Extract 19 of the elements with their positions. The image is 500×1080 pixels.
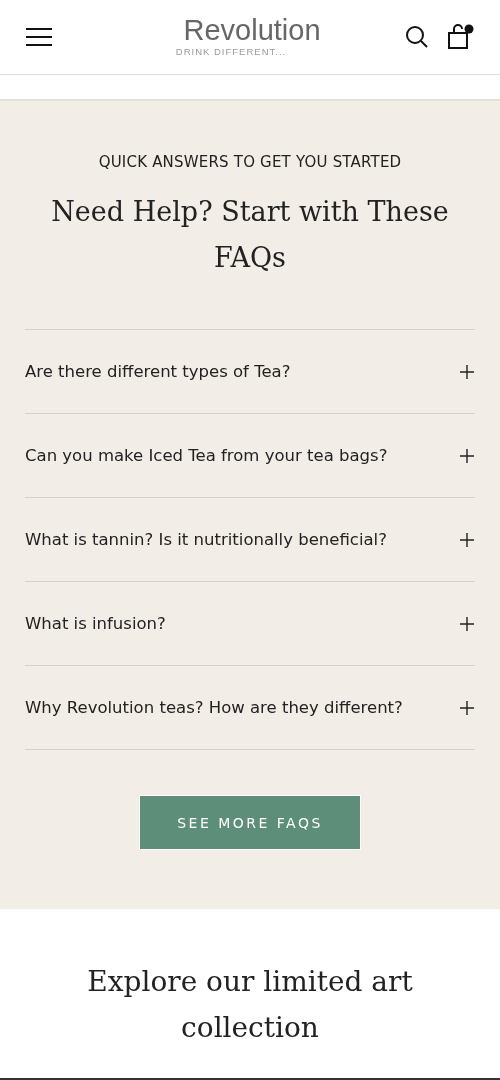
section-eyebrow: QUICK ANSWERS TO GET YOU STARTED xyxy=(97,153,403,171)
faq-question: Can you make Iced Tea from your tea bags? xyxy=(25,446,388,465)
faq-question: What is infusion? xyxy=(25,614,166,633)
logo-text[interactable]: Revolution xyxy=(183,14,321,46)
section-heading: Need Help? Start with These FAQs xyxy=(50,195,450,275)
faq-question: Are there different types of Tea? xyxy=(25,362,291,381)
tagline: DRINK DIFFERENT... xyxy=(175,46,287,57)
faq-item[interactable]: Can you make Iced Tea from your tea bags? xyxy=(25,414,475,498)
faq-item[interactable]: What is infusion? xyxy=(25,582,475,666)
menu-icon[interactable] xyxy=(25,27,53,47)
cart-icon[interactable] xyxy=(447,24,475,50)
faq-item[interactable]: Are there different types of Tea? xyxy=(25,330,475,414)
faq-item[interactable]: What is tannin? Is it nutritionally beneficial? xyxy=(25,498,475,582)
section-heading: Explore our limited art collection xyxy=(86,964,414,1046)
search-icon[interactable] xyxy=(405,25,429,49)
see-more-button[interactable]: SEE MORE FAQS xyxy=(139,795,361,850)
faq-question: What is tannin? Is it nutritionally beneficial? xyxy=(25,530,387,549)
faq-question: Why Revolution teas? How are they different? xyxy=(25,698,403,717)
faq-item[interactable]: Why Revolution teas? How are they different? xyxy=(25,666,475,750)
